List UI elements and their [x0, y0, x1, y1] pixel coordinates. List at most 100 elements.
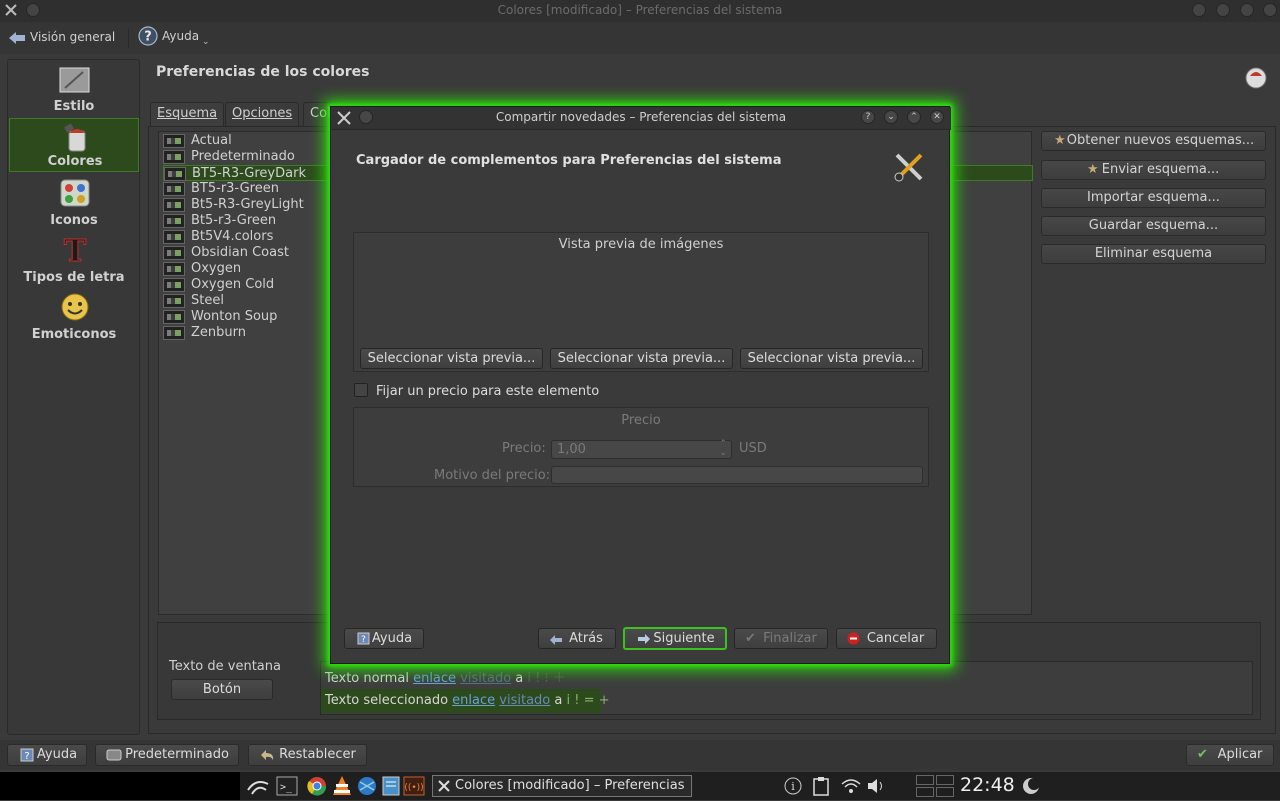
get-new-schemes-button[interactable]: ★ Obtener nuevos esquemas... — [1041, 131, 1266, 151]
preview-button[interactable]: Botón — [171, 679, 273, 700]
reset-button[interactable]: Restablecer — [248, 744, 367, 766]
select-preview-1-button[interactable]: Seleccionar vista previa... — [360, 348, 543, 369]
price-checkbox-label[interactable]: Fijar un precio para este elemento — [376, 384, 599, 399]
import-scheme-button[interactable]: Importar esquema... — [1041, 188, 1266, 208]
svg-text:?: ? — [361, 635, 366, 645]
toolbar-help-button[interactable]: ? Ayuda ⌄ — [136, 24, 216, 52]
color-swatch — [163, 150, 185, 164]
undo-icon — [259, 748, 275, 769]
tab-scheme[interactable]: Esquema — [150, 102, 225, 126]
dialog-minimize-button[interactable]: ⌄ — [884, 110, 898, 124]
apply-button[interactable]: ✔ Aplicar — [1186, 744, 1274, 766]
desktop-4[interactable] — [936, 787, 954, 797]
overview-button[interactable]: Visión general — [6, 26, 118, 50]
color-swatch — [163, 294, 185, 308]
desktop-pager[interactable] — [916, 775, 956, 797]
svg-text:((•)): ((•)) — [404, 783, 423, 793]
price-currency: USD — [739, 441, 767, 456]
files-icon[interactable] — [381, 776, 401, 800]
browser-icon[interactable] — [306, 776, 328, 800]
dialog-close-button[interactable]: ✕ — [930, 110, 944, 124]
sidebar-item-label: Estilo — [53, 99, 95, 114]
color-swatch — [163, 262, 185, 276]
sidebar-item-emoticons[interactable]: Emoticonos — [9, 290, 139, 344]
desktop-3[interactable] — [916, 787, 934, 797]
taskbar-left-dark — [0, 772, 240, 800]
clipboard-icon[interactable] — [812, 776, 830, 800]
save-scheme-button[interactable]: Guardar esquema... — [1041, 216, 1266, 236]
app-launcher-icon[interactable] — [246, 776, 270, 800]
terminal-icon[interactable]: >_ — [276, 776, 298, 800]
select-preview-3-button[interactable]: Seleccionar vista previa... — [740, 348, 923, 369]
network-globe-icon[interactable] — [356, 776, 378, 800]
color-swatch — [163, 214, 185, 228]
tools-large-icon — [893, 151, 927, 189]
desktop-2[interactable] — [936, 775, 954, 785]
star-icon: ★ — [1054, 133, 1066, 148]
tab-options[interactable]: Opciones — [225, 102, 300, 126]
vlc-icon[interactable] — [331, 775, 353, 801]
svg-text:T: T — [64, 235, 87, 265]
close-button[interactable] — [1263, 3, 1277, 17]
price-checkbox[interactable] — [354, 383, 368, 397]
chevron-down-icon: ⌄ — [202, 37, 210, 47]
dialog-maximize-button[interactable]: ⌃ — [907, 110, 921, 124]
back-arrow-icon — [8, 30, 26, 50]
cancel-button[interactable]: Cancelar — [836, 628, 937, 649]
info-icon[interactable]: i — [784, 777, 802, 799]
spin-arrows-icon: ⌃ ⌄ — [719, 439, 727, 458]
price-reason-input[interactable] — [551, 466, 923, 484]
sidebar-item-label: Colores — [47, 154, 103, 169]
toolbar-separator — [128, 28, 129, 48]
minimize-button[interactable] — [1216, 3, 1230, 17]
finish-button[interactable]: ✔ Finalizar — [734, 628, 828, 649]
style-icon — [59, 66, 91, 98]
dialog-title: Compartir novedades – Preferencias del s… — [495, 110, 787, 124]
colors-header-icon — [1244, 66, 1268, 94]
preview-link: enlace — [413, 671, 457, 686]
colors-icon — [60, 123, 92, 157]
upload-scheme-button[interactable]: ★ Enviar esquema... — [1041, 160, 1266, 180]
volume-icon[interactable] — [866, 776, 888, 800]
wifi-icon[interactable] — [840, 776, 862, 800]
dialog-help-button[interactable]: ? — [861, 110, 875, 124]
tab-colors[interactable]: Col — [303, 102, 333, 126]
icons-icon — [59, 178, 91, 212]
preview-images-group: Vista previa de imágenes Seleccionar vis… — [353, 232, 929, 372]
tools-icon — [437, 779, 451, 797]
price-spinbox[interactable]: 1,00 ⌃ ⌄ — [551, 440, 732, 459]
help-window-button[interactable] — [1192, 3, 1206, 17]
color-swatch — [163, 246, 185, 260]
plasma-toolbox-icon[interactable] — [1022, 776, 1040, 800]
help-button[interactable]: ? Ayuda — [7, 744, 87, 766]
overview-label: Visión general — [30, 30, 116, 44]
help-book-icon: ? — [20, 748, 34, 769]
delete-scheme-button[interactable]: Eliminar esquema — [1041, 244, 1266, 264]
tab-label: Esquema — [157, 106, 218, 121]
color-swatch — [163, 230, 185, 244]
defaults-button[interactable]: Predeterminado — [95, 744, 239, 766]
category-sidebar: Estilo Colores Iconos T Tipos de letra E… — [7, 59, 140, 735]
sidebar-item-style[interactable]: Estilo — [9, 62, 139, 116]
svg-text:?: ? — [24, 751, 29, 762]
sidebar-item-icons[interactable]: Iconos — [9, 176, 139, 230]
preview-window-text: Texto de ventana — [169, 659, 281, 674]
emoticons-icon — [59, 292, 91, 326]
sidebar-item-colors[interactable]: Colores — [9, 118, 139, 172]
back-button[interactable]: Atrás — [538, 628, 616, 649]
desktop-1[interactable] — [916, 775, 934, 785]
select-preview-2-button[interactable]: Seleccionar vista previa... — [550, 348, 733, 369]
next-button[interactable]: Siguiente — [623, 627, 727, 650]
sidebar-item-label: Emoticonos — [31, 327, 117, 342]
group-title: Precio — [621, 413, 661, 428]
clock[interactable]: 22:48 — [960, 774, 1015, 796]
dialog-help-footer-button[interactable]: ? Ayuda — [344, 628, 424, 649]
taskbar-task-colors[interactable]: Colores [modificado] – Preferencias d — [432, 775, 692, 797]
radio-app-icon[interactable]: ((•)) — [403, 776, 425, 800]
share-dialog: Compartir novedades – Preferencias del s… — [330, 106, 951, 664]
maximize-button[interactable] — [1240, 3, 1254, 17]
dialog-heading: Cargador de complementos para Preferenci… — [356, 153, 782, 168]
price-value: 1,00 — [557, 442, 586, 457]
sidebar-item-fonts[interactable]: T Tipos de letra — [9, 233, 139, 287]
svg-text:?: ? — [144, 30, 152, 45]
